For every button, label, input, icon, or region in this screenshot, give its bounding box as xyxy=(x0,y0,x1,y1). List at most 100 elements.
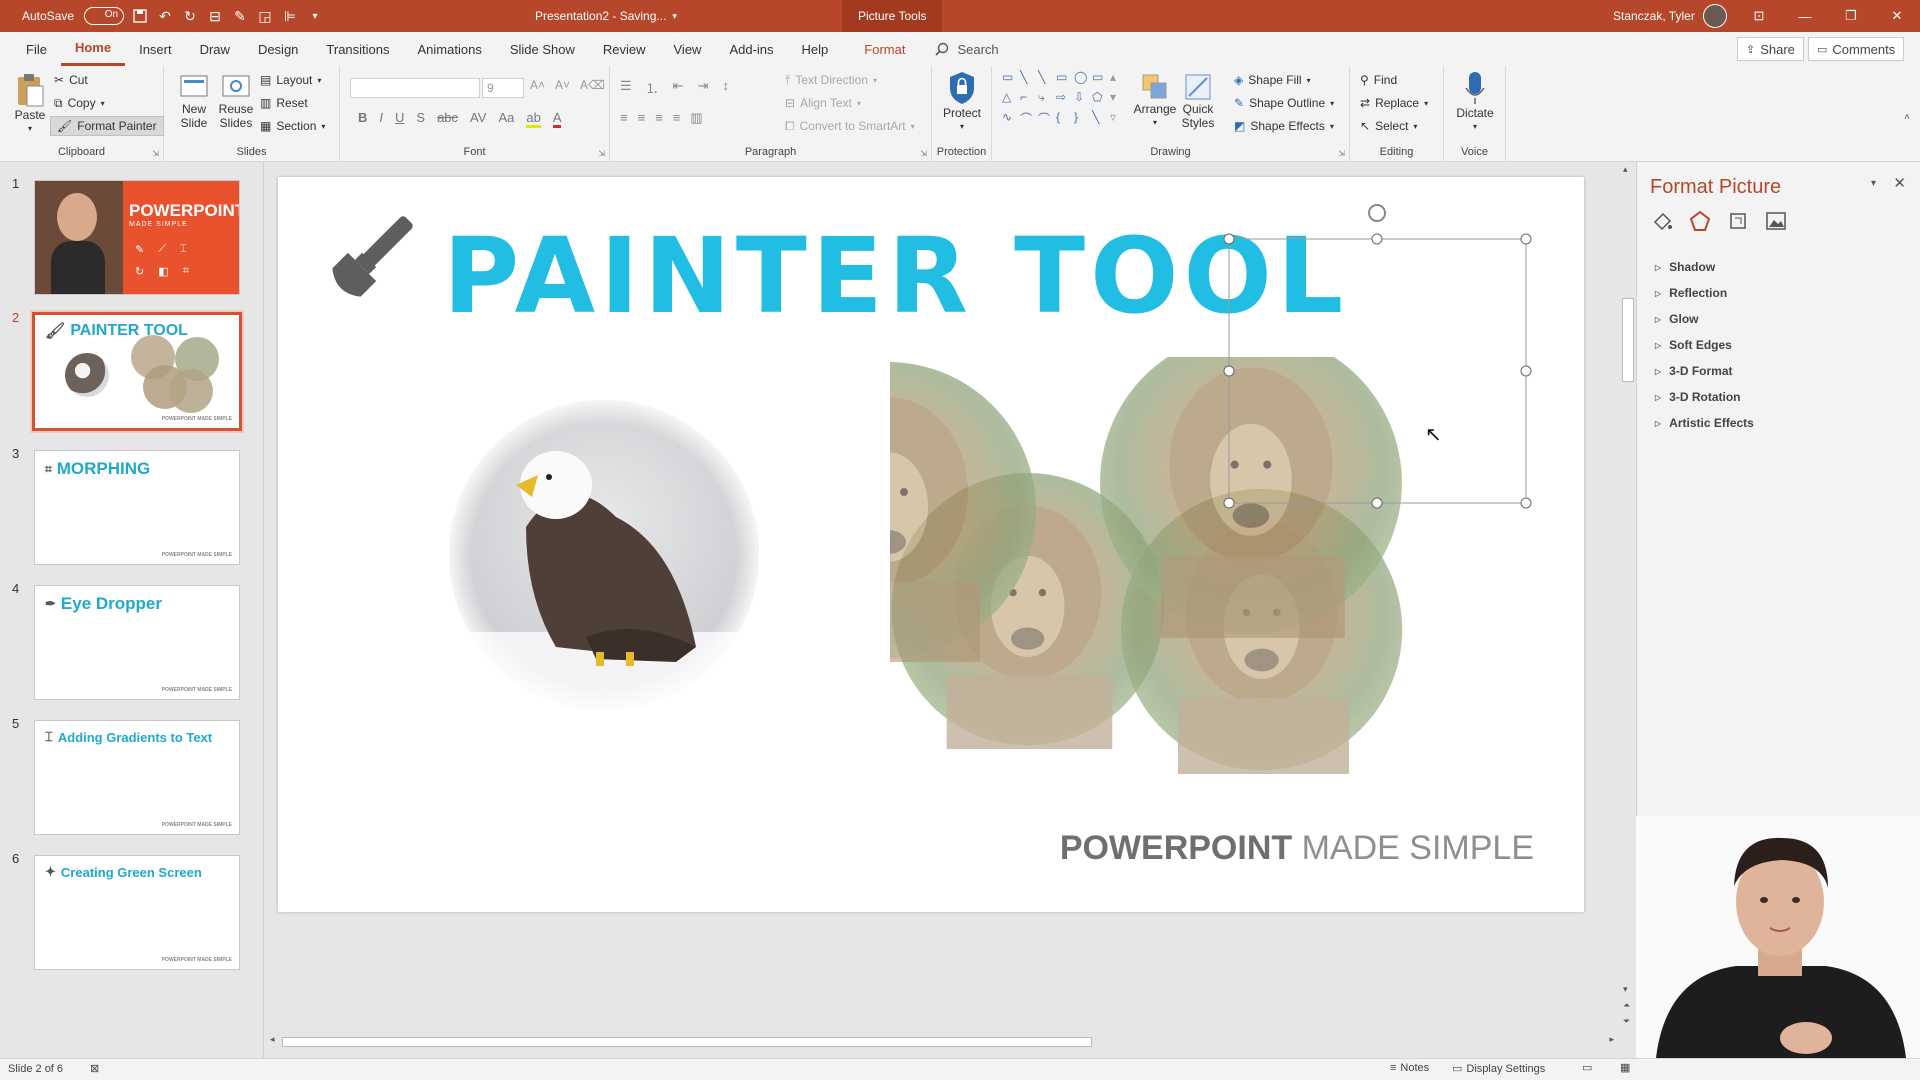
font-family-select[interactable] xyxy=(350,78,480,98)
size-properties-icon[interactable] xyxy=(1727,210,1749,232)
tab-animations[interactable]: Animations xyxy=(404,32,496,66)
scroll-left-icon[interactable]: ◂ xyxy=(270,1034,275,1045)
reset-button[interactable]: ▥ Reset xyxy=(260,93,308,113)
slide-thumbnail-4[interactable]: ✒ Eye Dropper POWERPOINT MADE SIMPLE xyxy=(34,585,240,700)
paste-dropdown-icon[interactable]: ▾ xyxy=(10,122,50,136)
accessibility-icon[interactable]: ⊠ xyxy=(90,1062,99,1075)
chevron-down-icon[interactable]: ▾ xyxy=(1871,178,1876,189)
tab-file[interactable]: File xyxy=(12,32,61,66)
autosave-toggle[interactable]: On xyxy=(84,7,125,25)
vertical-scrollbar[interactable]: ▴ ▾ ⏶ ⏷ xyxy=(1620,162,1636,1046)
pane-item-shadow[interactable]: ▷ Shadow xyxy=(1655,260,1715,274)
ribbon-display-icon[interactable]: ⊡ xyxy=(1736,0,1782,32)
pane-item-glow[interactable]: ▷ Glow xyxy=(1655,312,1699,326)
shadow-icon[interactable]: S xyxy=(416,110,425,128)
tab-review[interactable]: Review xyxy=(589,32,660,66)
shape-outline-button[interactable]: ✎ Shape Outline ▾ xyxy=(1234,93,1334,113)
eagle-picture[interactable] xyxy=(446,397,762,713)
dialog-launcher-icon[interactable]: ⇲ xyxy=(1338,149,1345,158)
format-painter-qat-icon[interactable]: ✎ xyxy=(232,8,248,24)
previous-slide-icon[interactable]: ⏶ xyxy=(1623,1000,1630,1011)
decrease-indent-icon[interactable]: ⇤ xyxy=(673,78,684,97)
tab-draw[interactable]: Draw xyxy=(186,32,244,66)
shapes-gallery[interactable]: ▭ ╲ ╲ ▭ ◯ ▭ ▴ △ ⌐ ⤷ ⇨ ⇩ ⬠ ▾ ∿ ⌒ ⌒ {} ╲ ▿ xyxy=(1002,70,1128,136)
text-direction-button[interactable]: ⤒ Text Direction ▾ xyxy=(785,70,877,90)
font-color-icon[interactable]: A xyxy=(552,110,562,128)
effects-icon[interactable] xyxy=(1689,210,1711,232)
tab-format[interactable]: Format xyxy=(850,32,919,66)
notes-button[interactable]: ≡ Notes xyxy=(1390,1062,1429,1074)
collapse-ribbon-icon[interactable]: ˄ xyxy=(1904,112,1910,123)
new-slide-button[interactable]: New Slide xyxy=(174,72,214,130)
tab-view[interactable]: View xyxy=(660,32,716,66)
save-icon[interactable] xyxy=(132,8,148,24)
slide-title[interactable]: PAINTER TOOL xyxy=(443,215,1348,337)
replace-button[interactable]: ⇄ Replace ▾ xyxy=(1360,93,1428,113)
slide-thumbnail-5[interactable]: ⌶ Adding Gradients to Text POWERPOINT MAD… xyxy=(34,720,240,835)
char-spacing-icon[interactable]: AV xyxy=(470,110,486,128)
next-slide-icon[interactable]: ⏷ xyxy=(1623,1016,1630,1027)
strikethrough-icon[interactable]: abc xyxy=(437,110,458,128)
slide-thumbnail-1[interactable]: POWERPOINT MADE SIMPLE ✎ ⟋ ⌶ ↻ ◧ ⌗ xyxy=(34,180,240,295)
close-icon[interactable]: ✕ xyxy=(1893,174,1906,192)
justify-icon[interactable]: ≡ xyxy=(673,110,681,126)
dictate-button[interactable]: Dictate ▾ xyxy=(1450,70,1500,134)
bullets-icon[interactable]: ☰ xyxy=(620,78,632,97)
tab-design[interactable]: Design xyxy=(244,32,312,66)
tab-transitions[interactable]: Transitions xyxy=(312,32,403,66)
tab-add-ins[interactable]: Add-ins xyxy=(715,32,787,66)
pane-item-3d-rotation[interactable]: ▷ 3-D Rotation xyxy=(1655,390,1740,404)
grow-font-icon[interactable]: A˄ xyxy=(530,78,545,92)
slide-thumbnail-3[interactable]: ⌗ MORPHING POWERPOINT MADE SIMPLE xyxy=(34,450,240,565)
convert-smartart-button[interactable]: ⧠ Convert to SmartArt ▾ xyxy=(785,116,915,136)
dialog-launcher-icon[interactable]: ⇲ xyxy=(920,149,927,158)
share-button[interactable]: ⇪ Share xyxy=(1737,37,1804,61)
quick-styles-button[interactable]: Quick Styles xyxy=(1178,72,1218,130)
pane-item-3d-format[interactable]: ▷ 3-D Format xyxy=(1655,364,1733,378)
align-center-icon[interactable]: ≡ xyxy=(638,110,646,126)
bold-icon[interactable]: B xyxy=(358,110,367,128)
reuse-slides-button[interactable]: Reuse Slides xyxy=(216,72,256,130)
close-icon[interactable]: ✕ xyxy=(1874,0,1920,32)
scroll-up-icon[interactable]: ▴ xyxy=(1623,164,1628,175)
tab-insert[interactable]: Insert xyxy=(125,32,186,66)
shapes-qat-icon[interactable]: ◲ xyxy=(257,8,273,24)
tab-help[interactable]: Help xyxy=(788,32,843,66)
slide-thumbnail-2[interactable]: 🖌 PAINTER TOOL POWERPOINT MADE SIMPLE xyxy=(30,310,244,433)
underline-icon[interactable]: U xyxy=(395,110,404,128)
chevron-down-icon[interactable]: ▾ xyxy=(672,11,677,22)
picture-icon[interactable] xyxy=(1765,210,1787,232)
change-case-icon[interactable]: Aa xyxy=(498,110,514,128)
format-painter-button[interactable]: 🖌 Format Painter xyxy=(50,116,164,136)
protect-button[interactable]: Protect ▾ xyxy=(938,70,986,134)
restore-icon[interactable]: ❐ xyxy=(1828,0,1874,32)
dialog-launcher-icon[interactable]: ⇲ xyxy=(152,149,159,158)
pane-item-reflection[interactable]: ▷ Reflection xyxy=(1655,286,1727,300)
slide-footer[interactable]: POWERPOINT MADE SIMPLE xyxy=(1060,829,1534,868)
pane-item-soft-edges[interactable]: ▷ Soft Edges xyxy=(1655,338,1732,352)
highlight-icon[interactable]: ab xyxy=(526,110,541,128)
layout-button[interactable]: ▤ Layout ▾ xyxy=(260,70,321,90)
select-button[interactable]: ↖ Select ▾ xyxy=(1360,116,1417,136)
section-button[interactable]: ▦ Section ▾ xyxy=(260,116,325,136)
slide-sorter-icon[interactable]: ▦ xyxy=(1620,1061,1630,1074)
copy-button[interactable]: ⧉ Copy ▾ xyxy=(54,93,105,113)
customize-qat-icon[interactable]: ▾ xyxy=(307,8,323,24)
fill-line-icon[interactable] xyxy=(1651,210,1673,232)
shrink-font-icon[interactable]: A˅ xyxy=(555,78,570,92)
align-right-icon[interactable]: ≡ xyxy=(655,110,663,126)
avatar[interactable] xyxy=(1702,4,1727,28)
numbering-icon[interactable]: ⒈ xyxy=(646,78,659,97)
slide-thumbnail-6[interactable]: ✦ Creating Green Screen POWERPOINT MADE S… xyxy=(34,855,240,970)
increase-indent-icon[interactable]: ⇥ xyxy=(698,78,709,97)
shape-effects-button[interactable]: ◩ Shape Effects ▾ xyxy=(1234,116,1334,136)
tab-home[interactable]: Home xyxy=(60,32,126,66)
display-settings-button[interactable]: ▭ Display Settings xyxy=(1452,1062,1545,1076)
italic-icon[interactable]: I xyxy=(379,110,383,128)
align-text-button[interactable]: ⊟ Align Text ▾ xyxy=(785,93,861,113)
paste-button[interactable]: Paste ▾ xyxy=(10,72,50,136)
font-size-select[interactable]: 9 xyxy=(482,78,524,98)
clear-formatting-icon[interactable]: A⌫ xyxy=(580,78,605,92)
scroll-thumb[interactable] xyxy=(282,1037,1092,1047)
cut-button[interactable]: ✂ Cut xyxy=(54,70,88,90)
